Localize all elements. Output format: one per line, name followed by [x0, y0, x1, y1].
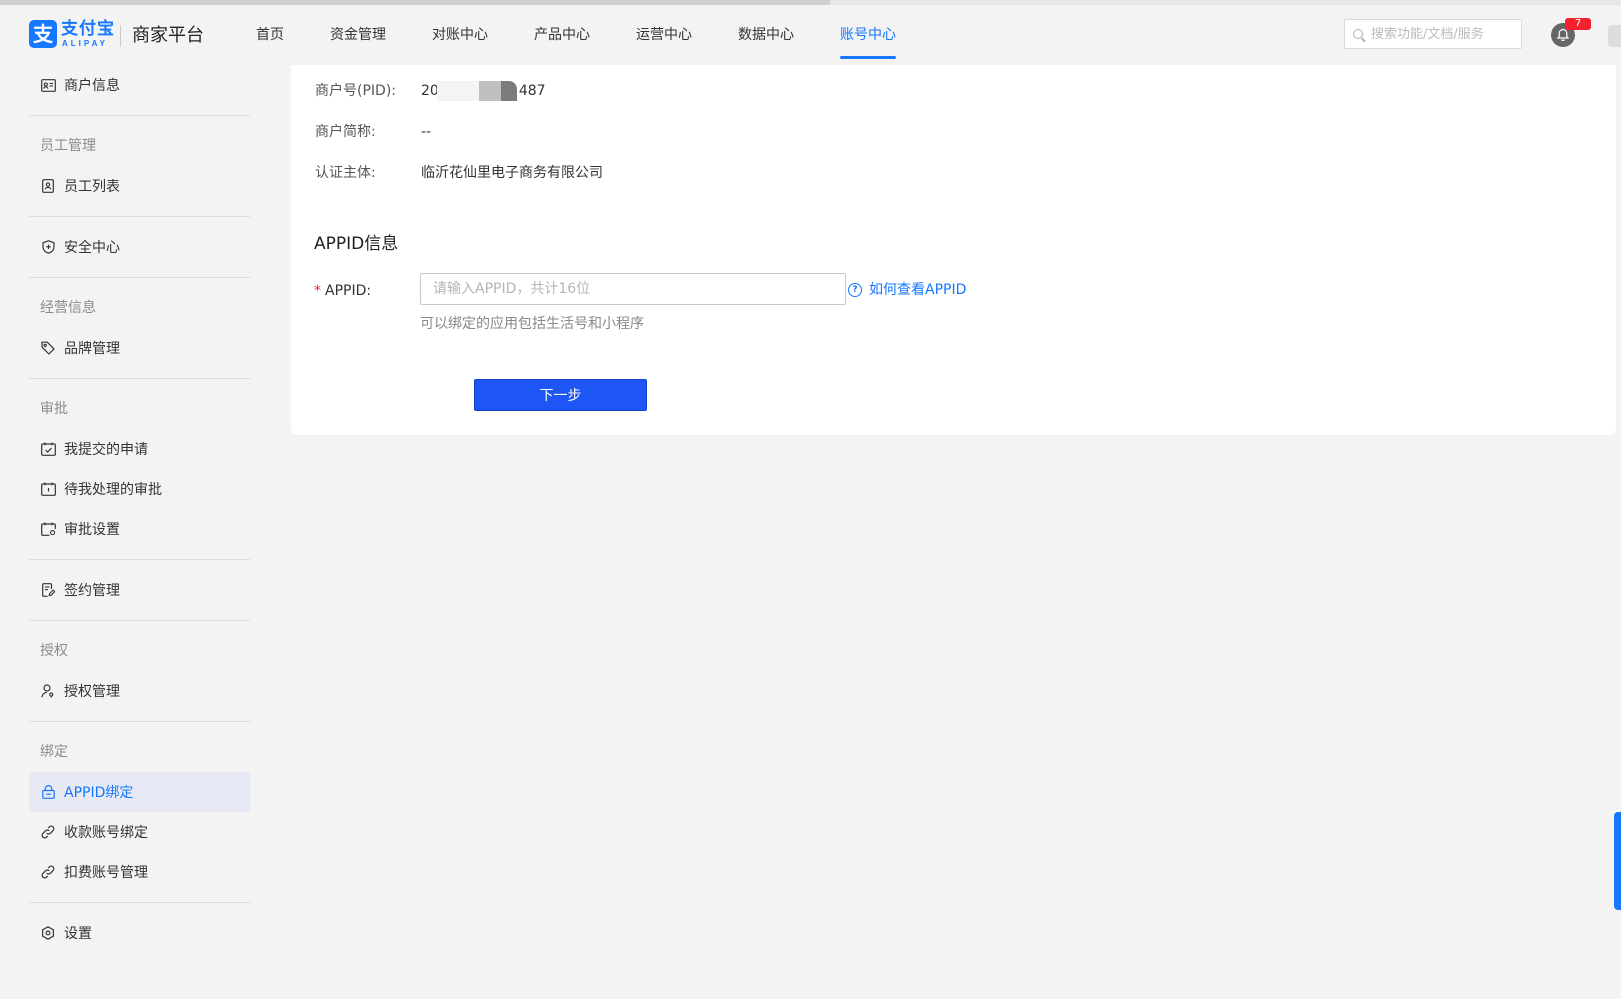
- id-card-icon: [40, 77, 56, 93]
- sidebar-item-deduction-account[interactable]: 扣费账号管理: [29, 852, 250, 892]
- nav-item-data[interactable]: 数据中心: [738, 5, 794, 65]
- entity-row: 认证主体: 临沂花仙里电子商务有限公司: [315, 163, 603, 183]
- logo-text-cn: 支付宝: [61, 19, 115, 39]
- search-box[interactable]: [1344, 19, 1522, 49]
- sidebar-item-security[interactable]: 安全中心: [29, 227, 250, 267]
- appid-input[interactable]: [420, 273, 846, 305]
- search-icon: [1353, 29, 1363, 39]
- calendar-icon: [40, 481, 56, 497]
- avatar[interactable]: [1608, 25, 1621, 47]
- sidebar-item-label: 授权管理: [64, 684, 120, 700]
- nav-item-home[interactable]: 首页: [256, 5, 284, 65]
- sidebar-item-contracts[interactable]: 签约管理: [29, 570, 250, 610]
- pid-row: 商户号(PID): 20 487: [315, 81, 546, 101]
- sidebar-divider: [29, 277, 250, 278]
- badge-icon: [40, 178, 56, 194]
- sidebar-item-label: 签约管理: [64, 583, 120, 599]
- nav-item-funds[interactable]: 资金管理: [330, 5, 386, 65]
- sidebar-item-label: 我提交的申请: [64, 442, 148, 458]
- sidebar-group-approval: 审批: [40, 401, 68, 417]
- user-key-icon: [40, 683, 56, 699]
- sidebar-group-authorization: 授权: [40, 643, 68, 659]
- sidebar-divider: [29, 902, 250, 903]
- nav-item-products[interactable]: 产品中心: [534, 5, 590, 65]
- sidebar-item-authorization[interactable]: 授权管理: [29, 671, 250, 711]
- question-circle-icon: ?: [848, 283, 862, 297]
- main-nav: 首页 资金管理 对账中心 产品中心 运营中心 数据中心 账号中心: [256, 5, 942, 65]
- sidebar-item-my-requests[interactable]: 我提交的申请: [29, 429, 250, 469]
- nav-item-account[interactable]: 账号中心: [840, 5, 896, 65]
- sidebar-item-label: 设置: [64, 926, 92, 942]
- pid-value: 20 487: [421, 81, 546, 101]
- sidebar-item-label: 扣费账号管理: [64, 865, 148, 881]
- logo-text-en: ALIPAY: [62, 39, 109, 48]
- calendar-check-icon: [40, 441, 56, 457]
- contract-icon: [40, 582, 56, 598]
- sidebar-divider: [29, 378, 250, 379]
- required-mark: *: [314, 283, 321, 299]
- bell-icon: [1556, 28, 1570, 42]
- sidebar-divider: [29, 216, 250, 217]
- floating-side-tab[interactable]: [1614, 812, 1621, 910]
- appid-binding-card: 商户号(PID): 20 487 商户简称: -- 认证主体: 临沂花仙里电子商务…: [291, 65, 1616, 435]
- sidebar-group-binding: 绑定: [40, 744, 68, 760]
- notification-badge: 7: [1565, 18, 1591, 30]
- sidebar-divider: [29, 721, 250, 722]
- short-name-row: 商户简称: --: [315, 122, 431, 142]
- sidebar-item-approval-settings[interactable]: 审批设置: [29, 509, 250, 549]
- pid-label: 商户号(PID):: [315, 83, 396, 99]
- sidebar-item-payee-binding[interactable]: 收款账号绑定: [29, 812, 250, 852]
- sidebar-item-label: 审批设置: [64, 522, 120, 538]
- top-header: 支 支付宝 ALIPAY 商家平台 首页 资金管理 对账中心 产品中心 运营中心…: [0, 5, 1621, 65]
- section-title: APPID信息: [314, 234, 399, 254]
- sidebar-item-brand[interactable]: 品牌管理: [29, 328, 250, 368]
- nav-item-operations[interactable]: 运营中心: [636, 5, 692, 65]
- sidebar-item-staff-list[interactable]: 员工列表: [29, 166, 250, 206]
- nav-item-reconciliation[interactable]: 对账中心: [432, 5, 488, 65]
- sidebar-item-label: 商户信息: [64, 78, 120, 94]
- short-name-label: 商户简称:: [315, 124, 376, 140]
- shield-icon: [40, 239, 56, 255]
- sidebar-divider: [29, 620, 250, 621]
- platform-name: 商家平台: [132, 25, 204, 46]
- sidebar-item-label: 品牌管理: [64, 341, 120, 357]
- sidebar-group-staff: 员工管理: [40, 138, 96, 154]
- sidebar-item-label: 待我处理的审批: [64, 482, 162, 498]
- sidebar-item-label: 收款账号绑定: [64, 825, 148, 841]
- sidebar-item-label: APPID绑定: [64, 785, 134, 801]
- settings-icon: [40, 925, 56, 941]
- sidebar-item-appid-binding[interactable]: APPID绑定: [29, 772, 250, 812]
- calendar-gear-icon: [40, 521, 56, 537]
- appid-label-text: APPID:: [325, 283, 372, 299]
- sidebar: 商户信息 员工管理 员工列表 安全中心 经营信息 品牌管理 审批 我提交的申请 …: [29, 65, 250, 953]
- short-name-value: --: [421, 124, 432, 140]
- sidebar-group-business: 经营信息: [40, 300, 96, 316]
- lock-icon: [40, 784, 56, 800]
- sidebar-item-merchant-info[interactable]: 商户信息: [29, 65, 250, 105]
- entity-value: 临沂花仙里电子商务有限公司: [421, 165, 603, 181]
- link-icon: [40, 864, 56, 880]
- appid-hint: 可以绑定的应用包括生活号和小程序: [420, 316, 644, 332]
- pid-suffix: 487: [518, 83, 546, 99]
- sidebar-divider: [29, 115, 250, 116]
- sidebar-item-label: 员工列表: [64, 179, 120, 195]
- link-icon: [40, 824, 56, 840]
- how-to-find-appid-link[interactable]: ? 如何查看APPID: [848, 280, 966, 300]
- tag-icon: [40, 340, 56, 356]
- logo-divider: [120, 25, 121, 47]
- next-button[interactable]: 下一步: [474, 379, 647, 411]
- sidebar-divider: [29, 559, 250, 560]
- alipay-logo-icon[interactable]: 支: [29, 20, 57, 48]
- entity-label: 认证主体:: [315, 165, 376, 181]
- appid-label: * APPID:: [314, 281, 371, 301]
- help-link-text: 如何查看APPID: [869, 282, 967, 298]
- sidebar-item-settings[interactable]: 设置: [29, 913, 250, 953]
- sidebar-item-label: 安全中心: [64, 240, 120, 256]
- sidebar-item-pending-approvals[interactable]: 待我处理的审批: [29, 469, 250, 509]
- pid-redaction-mask: [436, 81, 521, 101]
- search-input[interactable]: [1369, 25, 1518, 43]
